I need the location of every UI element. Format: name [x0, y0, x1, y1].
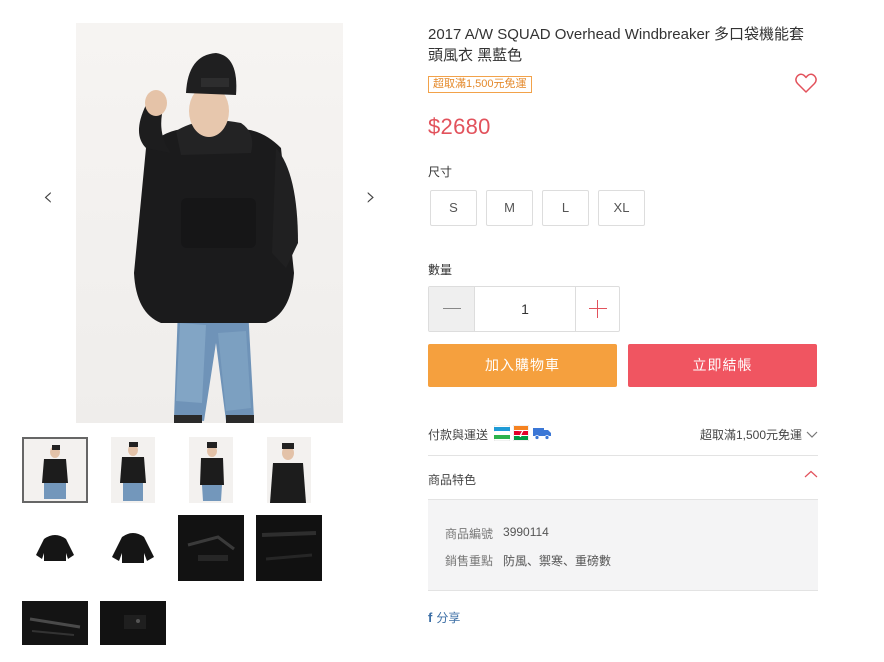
gallery-prev-arrow-icon[interactable]: ‹ — [38, 183, 58, 211]
thumbnail-3[interactable] — [178, 437, 244, 503]
spec-key: 銷售重點 — [445, 554, 494, 568]
delivery-truck-icon — [533, 428, 551, 440]
heart-icon[interactable] — [794, 72, 818, 94]
quantity-label: 數量 — [428, 263, 453, 277]
chevron-down-icon — [806, 431, 818, 438]
thumbnail-5[interactable] — [22, 515, 88, 581]
shipping-summary: 超取滿1,500元免運 — [699, 428, 802, 442]
size-option-m[interactable]: M — [486, 190, 533, 226]
features-title: 商品特色 — [428, 473, 477, 487]
svg-text:7: 7 — [518, 429, 524, 440]
quantity-decrease-button[interactable] — [429, 287, 475, 331]
spec-row: 銷售重點 防風、禦寒、重磅數 — [445, 552, 611, 569]
product-price: $2680 — [428, 114, 491, 139]
spec-row: 商品編號 3990114 — [445, 525, 549, 542]
thumbnail-7[interactable] — [178, 515, 244, 581]
features-content: 商品編號 3990114 銷售重點 防風、禦寒、重磅數 — [428, 500, 818, 590]
size-label: 尺寸 — [428, 165, 453, 179]
gallery-next-arrow-icon[interactable]: › — [361, 183, 381, 211]
spec-value: 防風、禦寒、重磅數 — [503, 554, 612, 568]
quantity-input[interactable] — [475, 287, 575, 331]
payment-shipping-row[interactable]: 付款與運送 7 超取滿1,500元免運 — [428, 422, 818, 446]
promo-badge: 超取滿1,500元免運 — [428, 76, 532, 93]
quantity-increase-button[interactable] — [575, 287, 619, 331]
spec-value: 3990114 — [503, 525, 549, 539]
add-to-cart-button[interactable]: 加入購物車 — [428, 344, 617, 387]
main-product-image — [76, 23, 343, 423]
spec-key: 商品編號 — [445, 527, 494, 541]
facebook-icon: f — [428, 610, 433, 625]
size-option-l[interactable]: L — [542, 190, 589, 226]
thumbnail-10[interactable] — [100, 601, 166, 662]
share-button[interactable]: f 分享 — [428, 609, 460, 626]
quantity-stepper — [428, 286, 620, 332]
product-photo — [134, 53, 298, 423]
thumbnail-8[interactable] — [256, 515, 322, 581]
thumbnail-2[interactable] — [100, 437, 166, 503]
familymart-icon — [494, 425, 510, 441]
thumbnail-6[interactable] — [100, 515, 166, 581]
payment-icons: 7 — [494, 425, 552, 441]
thumbnail-1[interactable] — [22, 437, 88, 503]
thumbnail-9[interactable] — [22, 601, 88, 662]
thumbnail-4[interactable] — [256, 437, 322, 503]
product-title: 2017 A/W SQUAD Overhead Windbreaker 多口袋機… — [428, 26, 804, 64]
divider — [428, 590, 818, 591]
features-accordion-header[interactable]: 商品特色 — [428, 456, 818, 500]
seven-eleven-icon: 7 — [513, 425, 529, 441]
size-option-s[interactable]: S — [430, 190, 477, 226]
payment-shipping-label: 付款與運送 — [428, 428, 489, 442]
share-label: 分享 — [436, 611, 461, 625]
checkout-button[interactable]: 立即結帳 — [628, 344, 817, 387]
size-option-xl[interactable]: XL — [598, 190, 645, 226]
chevron-up-icon — [804, 470, 818, 478]
